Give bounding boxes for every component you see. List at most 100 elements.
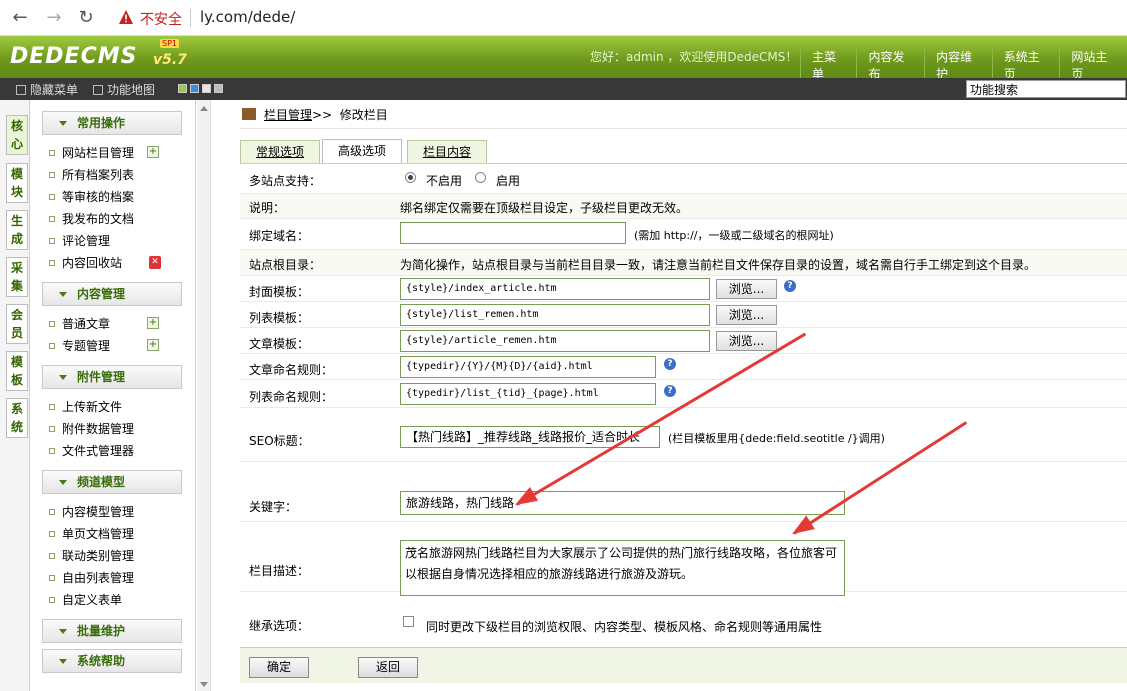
list-rule-input[interactable]: {typedir}/list_{tid}_{page}.html <box>400 383 656 405</box>
app-header: DEDECMS SP1 v5.7 您好：admin ，欢迎使用DedeCMS！ … <box>0 36 1127 82</box>
book-icon <box>242 108 256 120</box>
list-template-input[interactable]: {style}/list_remen.htm <box>400 304 710 326</box>
browse-article-button[interactable]: 浏览... <box>716 331 777 351</box>
top-menu-site-home[interactable]: 网站主页 <box>1059 48 1127 82</box>
back-arrow-icon[interactable]: ← <box>8 6 32 30</box>
sidebar-item[interactable]: 附件数据管理 <box>49 421 134 437</box>
sidebar-item[interactable]: 普通文章 <box>49 316 110 332</box>
sidebar-section-content[interactable]: 内容管理 <box>42 282 182 306</box>
domain-input[interactable] <box>400 222 626 244</box>
empty-trash-icon[interactable]: ✕ <box>149 256 161 269</box>
sidebar-item[interactable]: 内容模型管理 <box>49 504 134 520</box>
sidebar-item[interactable]: 自定义表单 <box>49 592 122 608</box>
vtab-member[interactable]: 会员 <box>6 304 28 344</box>
sidebar-item[interactable]: 网站栏目管理 <box>49 145 134 161</box>
sidebar-item[interactable]: 专题管理 <box>49 338 110 354</box>
forward-arrow-icon[interactable]: → <box>42 6 66 30</box>
back-button[interactable]: 返回 <box>358 657 418 678</box>
sidebar-section-batch[interactable]: 批量维护 <box>42 619 182 643</box>
collapse-triangle-icon <box>59 292 67 297</box>
scroll-down-icon[interactable] <box>200 682 208 687</box>
row-explain: 说明： 绑名绑定仅需要在顶级栏目设定，子级栏目更改无效。 <box>240 194 1127 219</box>
tab-advanced[interactable]: 高级选项 <box>322 139 402 163</box>
vtab-system[interactable]: 系统 <box>6 398 28 438</box>
tab-content[interactable]: 栏目内容 <box>407 140 487 163</box>
help-icon[interactable]: ? <box>664 385 676 397</box>
bullet-icon <box>49 448 55 454</box>
sidebar-section-common[interactable]: 常用操作 <box>42 111 182 135</box>
top-menu-maintain[interactable]: 内容维护 <box>924 48 992 82</box>
sidebar-item[interactable]: 等审核的档案 <box>49 189 134 205</box>
sidebar-section-help[interactable]: 系统帮助 <box>42 649 182 673</box>
row-multisite: 多站点支持： 不启用 启用 <box>240 164 1127 194</box>
skin-green-icon[interactable] <box>178 84 187 93</box>
row-siteroot: 站点根目录： 为简化操作，站点根目录与当前栏目目录一致，请注意当前栏目文件保存目… <box>240 250 1127 276</box>
bullet-icon <box>49 426 55 432</box>
reload-icon[interactable]: ↻ <box>74 6 98 30</box>
help-icon[interactable]: ? <box>784 280 796 292</box>
top-menu-main[interactable]: 主菜单 <box>800 48 856 82</box>
sidebar-item[interactable]: 上传新文件 <box>49 399 122 415</box>
insecure-label: 不安全 <box>140 12 182 28</box>
sidebar-item[interactable]: 我发布的文档 <box>49 211 134 227</box>
vtab-template[interactable]: 模板 <box>6 351 28 391</box>
article-template-input[interactable]: {style}/article_remen.htm <box>400 330 710 352</box>
sidebar-item[interactable]: 单页文档管理 <box>49 526 134 542</box>
bullet-icon <box>49 260 55 266</box>
sidebar-item[interactable]: 所有档案列表 <box>49 167 134 183</box>
sidebar-scrollbar[interactable] <box>197 100 211 691</box>
add-icon[interactable]: + <box>147 339 159 351</box>
url-separator <box>190 9 191 27</box>
collapse-triangle-icon <box>59 629 67 634</box>
hide-menu-button[interactable]: 隐藏菜单 <box>16 81 78 98</box>
sidebar-section-attachments[interactable]: 附件管理 <box>42 365 182 389</box>
sidebar-item[interactable]: 文件式管理器 <box>49 443 134 459</box>
row-keywords: 关键字： 旅游线路，热门线路 <box>240 462 1127 522</box>
tab-general[interactable]: 常规选项 <box>240 140 320 163</box>
skin-gray-icon[interactable] <box>202 84 211 93</box>
main-content: 栏目管理>> 修改栏目 常规选项 高级选项 栏目内容 多站点支持： 不启用 启用… <box>212 100 1127 691</box>
cover-template-input[interactable]: {style}/index_article.htm <box>400 278 710 300</box>
collapse-triangle-icon <box>59 659 67 664</box>
bullet-icon <box>49 553 55 559</box>
collapse-triangle-icon <box>59 375 67 380</box>
row-seo-title: SEO标题： 【热门线路】_推荐线路_线路报价_适合时长 (栏目模板里用{ded… <box>240 408 1127 462</box>
add-icon[interactable]: + <box>147 146 159 158</box>
breadcrumb-parent[interactable]: 栏目管理 <box>264 108 312 122</box>
bullet-icon <box>49 509 55 515</box>
site-map-button[interactable]: 功能地图 <box>93 81 155 98</box>
vtab-module[interactable]: 模块 <box>6 163 28 203</box>
add-icon[interactable]: + <box>147 317 159 329</box>
sidebar-item[interactable]: 自由列表管理 <box>49 570 134 586</box>
sidebar-item[interactable]: 内容回收站 <box>49 255 122 271</box>
vtab-generate[interactable]: 生成 <box>6 210 28 250</box>
help-icon[interactable]: ? <box>664 358 676 370</box>
description-textarea[interactable]: 茂名旅游网热门线路栏目为大家展示了公司提供的热门旅行线路攻略，各位旅客可以根据自… <box>400 540 845 596</box>
breadcrumb: 栏目管理>> 修改栏目 <box>242 106 388 123</box>
skin-dark-icon[interactable] <box>214 84 223 93</box>
bullet-icon <box>49 343 55 349</box>
article-rule-input[interactable]: {typedir}/{Y}/{M}{D}/{aid}.html <box>400 356 656 378</box>
sidebar-item[interactable]: 评论管理 <box>49 233 110 249</box>
ok-button[interactable]: 确定 <box>249 657 309 678</box>
browse-list-button[interactable]: 浏览... <box>716 305 777 325</box>
address-bar[interactable]: ly.com/dede/ <box>200 8 295 26</box>
grid-icon <box>93 85 103 95</box>
scroll-up-icon[interactable] <box>200 106 208 111</box>
top-menu-system-home[interactable]: 系统主页 <box>991 48 1060 82</box>
browse-cover-button[interactable]: 浏览... <box>716 279 777 299</box>
function-search-input[interactable] <box>966 80 1126 98</box>
bullet-icon <box>49 216 55 222</box>
top-menu-publish[interactable]: 内容发布 <box>856 48 924 82</box>
collapse-triangle-icon <box>59 480 67 485</box>
sidebar-item[interactable]: 联动类别管理 <box>49 548 134 564</box>
skin-blue-icon[interactable] <box>190 84 199 93</box>
inherit-checkbox[interactable] <box>403 616 414 627</box>
vtab-core[interactable]: 核心 <box>6 115 28 155</box>
vtab-collect[interactable]: 采集 <box>6 257 28 297</box>
edition-badge: SP1 <box>160 39 179 48</box>
radio-enable[interactable] <box>475 172 486 183</box>
radio-disable[interactable] <box>405 172 416 183</box>
sidebar-section-channel[interactable]: 频道模型 <box>42 470 182 494</box>
keywords-input[interactable]: 旅游线路，热门线路 <box>400 491 845 515</box>
